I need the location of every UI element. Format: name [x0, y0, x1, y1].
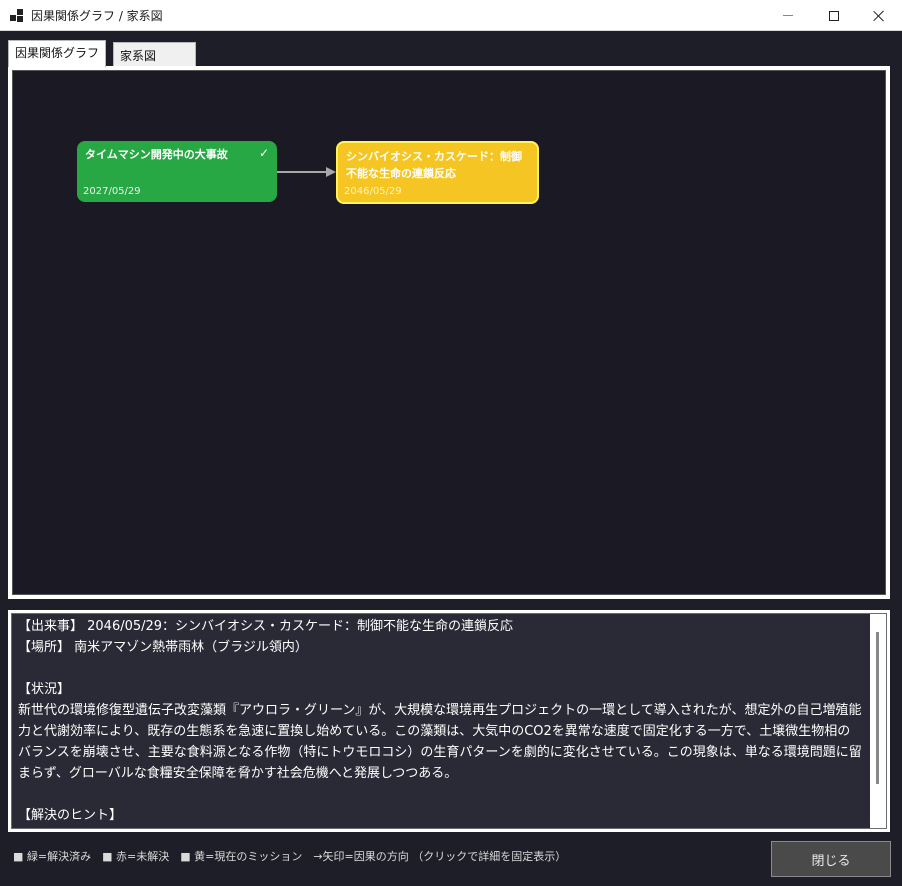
detail-text: 【出来事】 2046/05/29：シンバイオシス・カスケード：制御不能な生命の連…	[18, 616, 863, 826]
close-icon	[873, 10, 885, 22]
maximize-icon	[829, 10, 839, 21]
location-line: 【場所】 南米アマゾン熱帯雨林（ブラジル領内）	[18, 640, 308, 655]
title-bar: 因果関係グラフ / 家系図	[0, 0, 902, 31]
graph-node-current[interactable]: シンバイオシス・カスケード：制御不能な生命の連鎖反応 2046/05/29	[336, 141, 539, 204]
window-title: 因果関係グラフ / 家系図	[31, 9, 163, 23]
maximize-button[interactable]	[811, 0, 857, 31]
scrollbar-thumb[interactable]	[876, 632, 879, 784]
hint-heading: 【解決のヒント】	[18, 808, 123, 823]
graph-panel: タイムマシン開発中の大事故 ✓ 2027/05/29 シンバイオシス・カスケード…	[8, 66, 890, 599]
tab-family-tree[interactable]: 家系図	[113, 42, 196, 67]
detail-panel: 【出来事】 2046/05/29：シンバイオシス・カスケード：制御不能な生命の連…	[8, 610, 890, 832]
node-title: タイムマシン開発中の大事故	[85, 148, 228, 161]
node-date: 2046/05/29	[344, 186, 402, 197]
legend-text: ■ 緑=解決済み ■ 赤=未解決 ■ 黄=現在のミッション →矢印=因果の方向 …	[13, 850, 567, 863]
minimize-button[interactable]	[765, 0, 811, 31]
node-title: シンバイオシス・カスケード：制御不能な生命の連鎖反応	[346, 150, 522, 180]
node-date: 2027/05/29	[83, 186, 141, 197]
graph-canvas[interactable]: タイムマシン開発中の大事故 ✓ 2027/05/29 シンバイオシス・カスケード…	[12, 70, 886, 595]
situation-heading: 【状況】	[18, 682, 71, 697]
minimize-icon	[783, 15, 793, 16]
arrowhead-icon	[326, 167, 336, 177]
situation-body: 新世代の環境修復型遺伝子改変藻類『アウロラ・グリーン』が、大規模な環境再生プロジ…	[18, 703, 862, 781]
window-close-button[interactable]	[856, 0, 902, 31]
event-line: 【出来事】 2046/05/29：シンバイオシス・カスケード：制御不能な生命の連…	[18, 619, 514, 634]
app-grid-icon	[10, 9, 24, 23]
detail-scrollbar[interactable]	[870, 614, 886, 828]
tab-causal-graph[interactable]: 因果関係グラフ	[8, 40, 107, 67]
check-icon: ✓	[258, 146, 269, 160]
detail-textbox[interactable]: 【出来事】 2046/05/29：シンバイオシス・カスケード：制御不能な生命の連…	[11, 613, 887, 829]
close-button[interactable]: 閉じる	[771, 841, 891, 877]
graph-node-resolved[interactable]: タイムマシン開発中の大事故 ✓ 2027/05/29	[77, 141, 277, 202]
